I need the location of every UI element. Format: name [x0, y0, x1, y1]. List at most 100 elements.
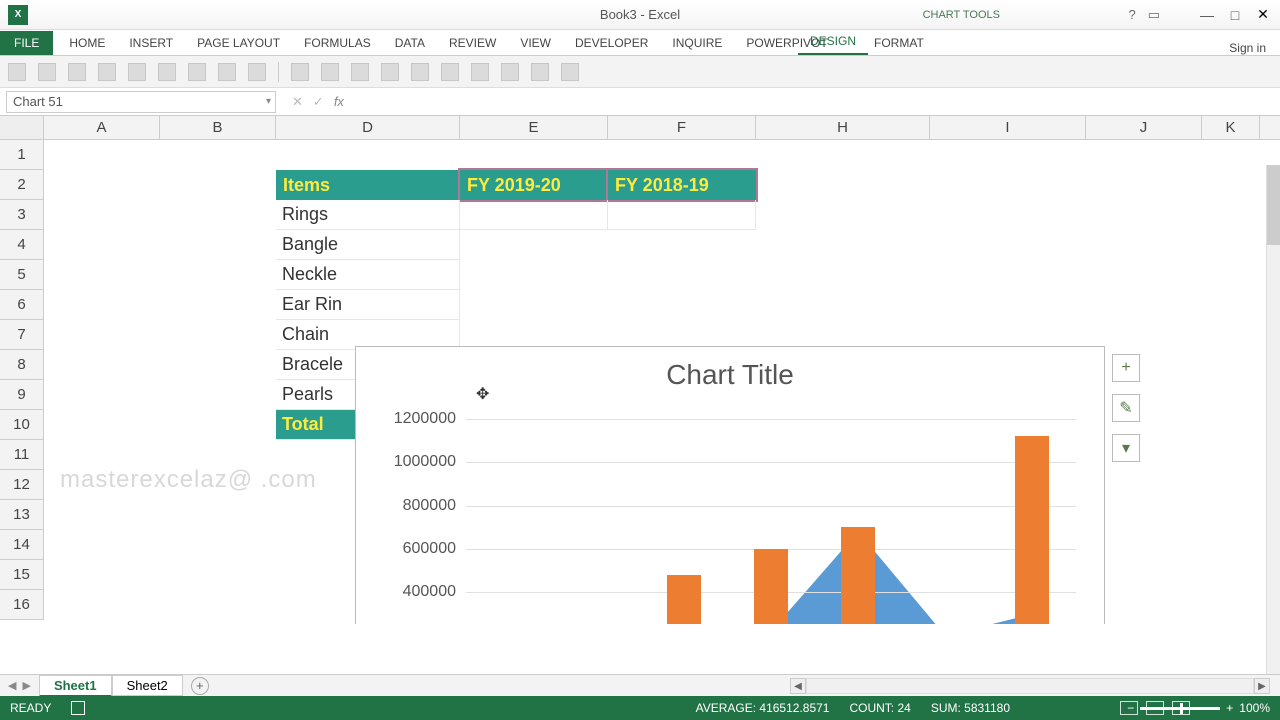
toolbar-icon[interactable]: [321, 63, 339, 81]
file-tab[interactable]: FILE: [0, 31, 53, 55]
zoom-out-button[interactable]: −: [1127, 701, 1134, 715]
toolbar-icon[interactable]: [128, 63, 146, 81]
tab-format[interactable]: FORMAT: [862, 31, 936, 55]
row-header[interactable]: 14: [0, 530, 44, 560]
cell[interactable]: Neckle: [276, 260, 460, 290]
toolbar-icon[interactable]: [561, 63, 579, 81]
zoom-slider[interactable]: [1140, 707, 1220, 710]
row-header[interactable]: 7: [0, 320, 44, 350]
column-header[interactable]: I: [930, 116, 1086, 139]
cell[interactable]: FY 2019-20: [460, 170, 608, 200]
toolbar-icon[interactable]: [351, 63, 369, 81]
cell[interactable]: Items: [276, 170, 460, 200]
toolbar-icon[interactable]: [291, 63, 309, 81]
tab-design[interactable]: DESIGN: [798, 29, 868, 55]
row-header[interactable]: 4: [0, 230, 44, 260]
close-button[interactable]: ✕: [1250, 5, 1276, 25]
row-header[interactable]: 1: [0, 140, 44, 170]
macro-record-icon[interactable]: [71, 701, 85, 715]
select-all-corner[interactable]: [0, 116, 44, 139]
minimize-button[interactable]: —: [1194, 5, 1220, 25]
sheet-tab-1[interactable]: Sheet1: [39, 675, 112, 697]
toolbar-icon[interactable]: [501, 63, 519, 81]
ribbon-display-icon[interactable]: ▭: [1148, 7, 1160, 23]
column-header[interactable]: K: [1202, 116, 1260, 139]
column-header[interactable]: B: [160, 116, 276, 139]
row-header[interactable]: 10: [0, 410, 44, 440]
add-sheet-button[interactable]: +: [191, 677, 209, 695]
tab-view[interactable]: VIEW: [508, 31, 563, 55]
chart-bar[interactable]: [667, 575, 701, 624]
tab-insert[interactable]: INSERT: [117, 31, 185, 55]
cell[interactable]: FY 2018-19: [608, 170, 756, 200]
toolbar-icon[interactable]: [158, 63, 176, 81]
toolbar-icon[interactable]: [411, 63, 429, 81]
sheet-nav-prev-icon[interactable]: ◀: [8, 679, 16, 692]
toolbar-icon[interactable]: [38, 63, 56, 81]
row-header[interactable]: 2: [0, 170, 44, 200]
sheet-nav-next-icon[interactable]: ▶: [22, 679, 30, 692]
row-header[interactable]: 15: [0, 560, 44, 590]
tab-review[interactable]: REVIEW: [437, 31, 508, 55]
toolbar-icon[interactable]: [441, 63, 459, 81]
maximize-button[interactable]: □: [1222, 5, 1248, 25]
column-header[interactable]: F: [608, 116, 756, 139]
column-header[interactable]: A: [44, 116, 160, 139]
horizontal-scrollbar[interactable]: ◀ ▶: [790, 678, 1270, 694]
toolbar-icon[interactable]: [68, 63, 86, 81]
sheet-tab-2[interactable]: Sheet2: [112, 675, 183, 696]
row-header[interactable]: 11: [0, 440, 44, 470]
toolbar-icon[interactable]: [471, 63, 489, 81]
toolbar-icon[interactable]: [381, 63, 399, 81]
column-header[interactable]: J: [1086, 116, 1202, 139]
toolbar-icon[interactable]: [531, 63, 549, 81]
spreadsheet-grid[interactable]: ABDEFHIJK 12345678910111213141516 ItemsF…: [0, 116, 1280, 624]
toolbar-icon[interactable]: [218, 63, 236, 81]
help-icon[interactable]: ?: [1128, 7, 1135, 23]
chart-elements-button[interactable]: +: [1112, 354, 1140, 382]
cell[interactable]: Rings: [276, 200, 460, 230]
row-header[interactable]: 13: [0, 500, 44, 530]
row-header[interactable]: 6: [0, 290, 44, 320]
formula-cancel-icon[interactable]: ✕: [292, 94, 303, 110]
chart-bar[interactable]: [841, 527, 875, 624]
row-header[interactable]: 5: [0, 260, 44, 290]
chart-title[interactable]: Chart Title: [356, 347, 1104, 395]
column-header[interactable]: E: [460, 116, 608, 139]
scroll-right-icon[interactable]: ▶: [1254, 678, 1270, 694]
formula-input[interactable]: [344, 91, 1280, 113]
column-header[interactable]: H: [756, 116, 930, 139]
chart-styles-button[interactable]: ✎: [1112, 394, 1140, 422]
chart-bar[interactable]: [754, 549, 788, 624]
row-header[interactable]: 9: [0, 380, 44, 410]
chart-filters-button[interactable]: ▾: [1112, 434, 1140, 462]
cell[interactable]: Bangle: [276, 230, 460, 260]
column-header[interactable]: D: [276, 116, 460, 139]
scroll-left-icon[interactable]: ◀: [790, 678, 806, 694]
vertical-scrollbar[interactable]: [1266, 165, 1280, 674]
tab-developer[interactable]: DEVELOPER: [563, 31, 660, 55]
tab-home[interactable]: HOME: [57, 31, 117, 55]
toolbar-icon[interactable]: [248, 63, 266, 81]
tab-page-layout[interactable]: PAGE LAYOUT: [185, 31, 292, 55]
tab-inquire[interactable]: INQUIRE: [660, 31, 734, 55]
formula-enter-icon[interactable]: ✓: [313, 94, 324, 110]
chart-plot-area[interactable]: -20000040000060000080000010000001200000R…: [466, 419, 1076, 624]
row-header[interactable]: 8: [0, 350, 44, 380]
cell[interactable]: Ear Rin: [276, 290, 460, 320]
fx-icon[interactable]: fx: [334, 94, 344, 109]
row-header[interactable]: 12: [0, 470, 44, 500]
tab-data[interactable]: DATA: [383, 31, 437, 55]
signin-link[interactable]: Sign in: [1229, 41, 1266, 55]
tab-formulas[interactable]: FORMULAS: [292, 31, 383, 55]
row-header[interactable]: 3: [0, 200, 44, 230]
row-header[interactable]: 16: [0, 590, 44, 620]
zoom-level[interactable]: 100%: [1239, 701, 1270, 715]
toolbar-icon[interactable]: [8, 63, 26, 81]
name-box[interactable]: Chart 51: [6, 91, 276, 113]
toolbar-icon[interactable]: [188, 63, 206, 81]
zoom-in-button[interactable]: +: [1226, 701, 1233, 715]
embedded-chart[interactable]: Chart Title -200000400000600000800000100…: [355, 346, 1105, 624]
chart-bar[interactable]: [1015, 436, 1049, 624]
cell[interactable]: [608, 200, 756, 230]
